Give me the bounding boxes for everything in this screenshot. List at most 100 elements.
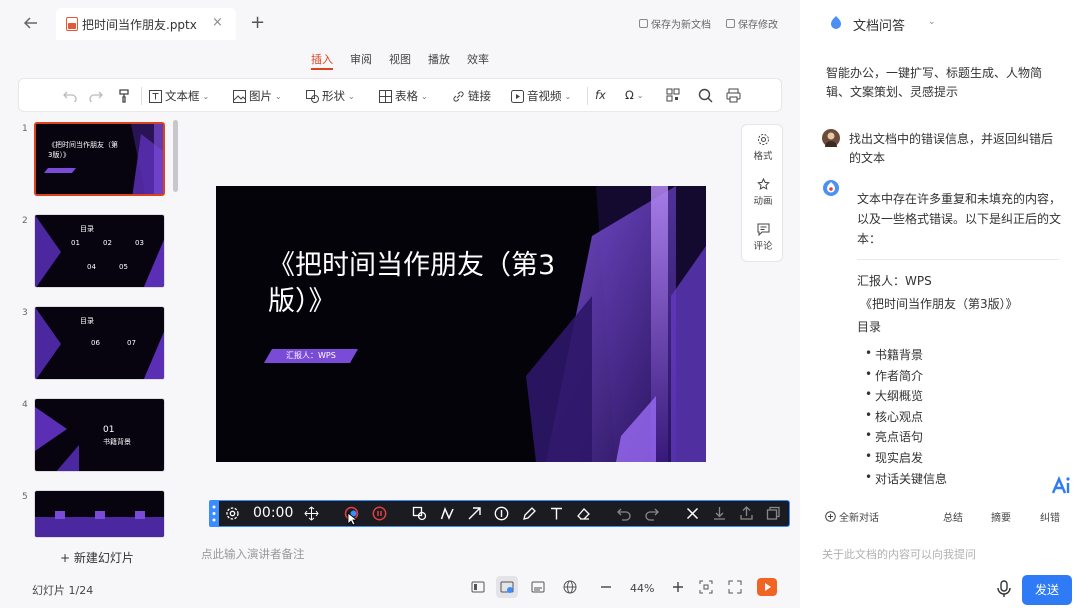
ai-response-line: 《把时间当作朋友（第3版）》	[860, 297, 1018, 311]
slide-title[interactable]: 《把时间当作朋友（第3版）》	[268, 248, 598, 320]
zoom-in-icon[interactable]	[670, 579, 686, 595]
document-tab[interactable]: 把时间当作朋友.pptx ×	[56, 8, 236, 40]
picture-icon	[233, 89, 246, 103]
chevron-down-icon: ⌄	[348, 91, 355, 101]
move-icon[interactable]	[304, 506, 319, 521]
thumbnail-slide-4[interactable]: 01 书籍背景	[34, 398, 165, 472]
table-label: 表格	[395, 89, 418, 103]
save-as-new-button[interactable]: 保存为新文档	[639, 16, 711, 31]
search-icon[interactable]	[698, 88, 713, 103]
textbox-button[interactable]: 文本框 ⌄	[149, 88, 209, 104]
redo-icon[interactable]	[644, 506, 659, 521]
export-icon[interactable]	[739, 506, 754, 521]
ai-logo-icon	[828, 15, 844, 31]
ai-response-bullet: 大纲概览	[865, 387, 923, 404]
abstract-button[interactable]: 摘要	[991, 509, 1011, 524]
qr-code-icon[interactable]	[666, 88, 680, 102]
slide-presenter-badge[interactable]: 汇报人：WPS	[286, 350, 336, 361]
ai-panel-title[interactable]: 文档问答	[853, 15, 905, 34]
redo-icon[interactable]	[89, 88, 103, 102]
thumbnail-slide-1[interactable]: 《把时间当作朋友（第 3版）》	[34, 122, 165, 196]
ai-assistant-fab-icon[interactable]	[1051, 475, 1075, 497]
thumbnail-text: 目录	[80, 225, 94, 233]
send-button[interactable]: 发送	[1022, 575, 1072, 605]
proofread-button[interactable]: 纠错	[1040, 509, 1060, 524]
save-icon	[726, 19, 735, 28]
table-button[interactable]: 表格 ⌄	[379, 88, 428, 104]
current-slide[interactable]: 《把时间当作朋友（第3版）》 汇报人：WPS	[216, 186, 706, 462]
shape-icon	[306, 89, 319, 103]
new-slide-button[interactable]: + 新建幻灯片	[60, 549, 134, 566]
comment-tool-button[interactable]: 评论	[742, 223, 784, 252]
ai-intro-text: 智能办公，一键扩写、标题生成、人物简辑、文案策划、灵感提示	[826, 66, 1043, 99]
print-icon[interactable]	[726, 88, 741, 103]
text-tool-icon[interactable]	[549, 506, 564, 521]
pause-recording-icon[interactable]	[372, 506, 387, 521]
new-tab-button[interactable]: +	[250, 12, 265, 33]
ai-response-bullet: 对话关键信息	[865, 470, 947, 487]
speaker-notes-input[interactable]: 点此输入演讲者备注	[201, 546, 305, 562]
pen-icon[interactable]	[522, 506, 537, 521]
download-icon[interactable]	[712, 506, 727, 521]
eraser-icon[interactable]	[576, 506, 591, 521]
gear-icon	[757, 134, 769, 145]
polyline-icon[interactable]	[440, 506, 455, 521]
chevron-down-icon: ⌄	[202, 91, 210, 101]
fit-slide-icon[interactable]	[698, 579, 714, 595]
fullscreen-icon[interactable]	[727, 579, 743, 595]
save-changes-button[interactable]: 保存修改	[726, 16, 778, 31]
arrow-icon[interactable]	[467, 506, 482, 521]
animation-tool-button[interactable]: 动画	[742, 178, 784, 207]
new-chat-label: 全新对话	[839, 513, 879, 524]
media-button[interactable]: 音视频 ⌄	[511, 88, 571, 104]
shape-button[interactable]: 形状 ⌄	[306, 88, 355, 104]
menu-insert[interactable]: 插入	[311, 51, 333, 67]
format-painter-icon[interactable]	[117, 88, 132, 103]
ai-question-input[interactable]: 关于此文档的内容可以向我提问	[822, 546, 976, 562]
copy-icon[interactable]	[766, 506, 781, 521]
undo-icon[interactable]	[63, 88, 77, 102]
thumbnail-text: 《把时间当作朋友（第	[48, 141, 118, 149]
link-button[interactable]: 链接	[452, 88, 491, 104]
microphone-icon[interactable]	[996, 580, 1012, 598]
slide-thumbnail-art	[35, 215, 164, 287]
menu-play[interactable]: 播放	[428, 51, 450, 67]
title-bar: 把时间当作朋友.pptx × + 保存为新文档 保存修改	[0, 0, 800, 46]
close-tab-button[interactable]: ×	[212, 15, 223, 30]
formula-button[interactable]: fx	[595, 88, 606, 102]
play-slideshow-button[interactable]	[757, 578, 777, 596]
ai-response-bullet: 现实启发	[865, 449, 923, 466]
menu-efficiency[interactable]: 效率	[467, 51, 489, 67]
shape-draw-icon[interactable]	[412, 506, 427, 521]
recording-timer: 00:00	[253, 505, 294, 521]
format-tool-button[interactable]: 格式	[742, 133, 784, 162]
chevron-down-icon[interactable]: ⌄	[928, 17, 936, 27]
picture-button[interactable]: 图片 ⌄	[233, 88, 282, 104]
zoom-out-icon[interactable]	[598, 579, 614, 595]
close-icon[interactable]	[685, 506, 700, 521]
summary-button[interactable]: 总结	[943, 509, 963, 524]
new-chat-button[interactable]: 全新对话	[825, 509, 879, 524]
menu-review[interactable]: 审阅	[350, 51, 372, 67]
back-arrow-icon[interactable]	[22, 14, 40, 32]
thumbnail-number: 3	[22, 308, 28, 318]
settings-gear-icon[interactable]	[225, 506, 240, 521]
normal-view-icon[interactable]	[470, 579, 486, 595]
undo-icon[interactable]	[617, 506, 632, 521]
symbol-button[interactable]: Ω ⌄	[625, 88, 644, 102]
thumbnail-text: 02	[103, 239, 112, 247]
presenter-view-button[interactable]	[496, 576, 518, 598]
thumbnail-slide-2[interactable]: 目录 01 02 03 04 05	[34, 214, 165, 288]
pptx-file-icon	[66, 17, 78, 31]
drag-handle[interactable]	[209, 500, 219, 527]
menu-view[interactable]: 视图	[389, 51, 411, 67]
thumbnail-text: 07	[127, 339, 136, 347]
thumbnail-slide-5[interactable]	[34, 490, 165, 538]
thumbnail-slide-3[interactable]: 目录 06 07	[34, 306, 165, 380]
globe-icon[interactable]	[562, 579, 578, 595]
thumbnails-scrollbar[interactable]	[173, 120, 178, 192]
ai-response-bullet: 亮点语句	[865, 428, 923, 445]
number-marker-icon[interactable]	[494, 506, 509, 521]
notes-view-icon[interactable]	[530, 579, 546, 595]
zoom-level[interactable]: 44%	[630, 582, 654, 595]
